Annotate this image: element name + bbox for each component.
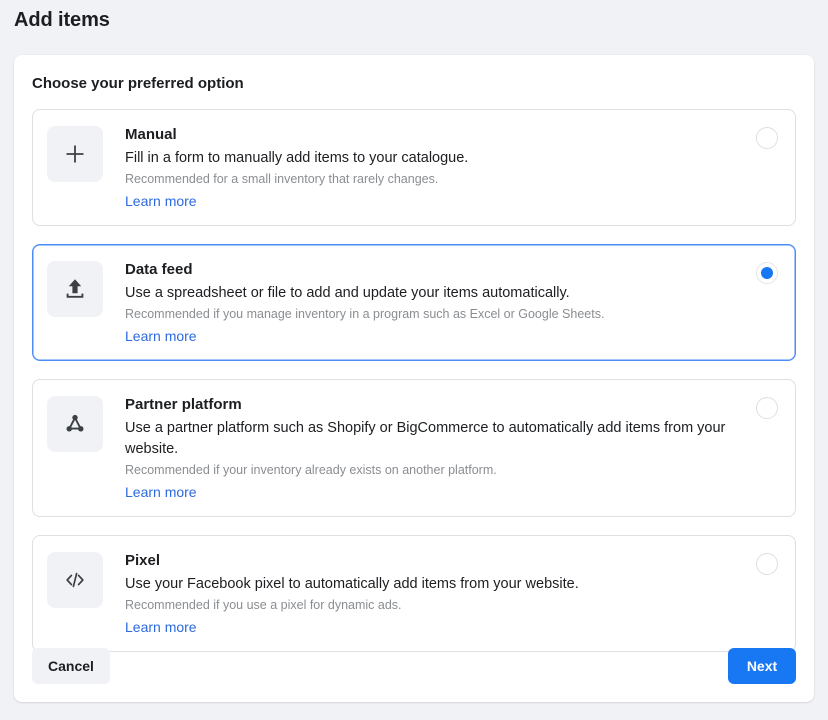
option-body: Pixel Use your Facebook pixel to automat… [103, 550, 779, 637]
panel-heading: Choose your preferred option [32, 75, 244, 92]
option-title: Manual [125, 126, 177, 143]
option-description: Use a partner platform such as Shopify o… [125, 420, 726, 457]
add-items-panel: Choose your preferred option Manual Fill… [14, 55, 814, 702]
option-title: Partner platform [125, 396, 242, 413]
option-note: Recommended if you use a pixel for dynam… [125, 598, 402, 612]
next-button[interactable]: Next [728, 648, 796, 684]
code-icon [47, 552, 103, 608]
option-list: Manual Fill in a form to manually add it… [14, 92, 814, 652]
radio-pixel[interactable] [756, 553, 778, 575]
learn-more-link[interactable]: Learn more [125, 484, 197, 500]
network-nodes-icon [47, 396, 103, 452]
page-title: Add items [14, 9, 110, 31]
option-title: Data feed [125, 261, 193, 278]
option-title: Pixel [125, 552, 161, 569]
radio-partner-platform[interactable] [756, 397, 778, 419]
plus-icon [47, 126, 103, 182]
learn-more-link[interactable]: Learn more [125, 193, 197, 209]
upload-icon [47, 261, 103, 317]
option-card-partner-platform[interactable]: Partner platform Use a partner platform … [32, 379, 796, 517]
radio-manual[interactable] [756, 127, 778, 149]
option-description: Use a spreadsheet or file to add and upd… [125, 285, 570, 301]
option-body: Data feed Use a spreadsheet or file to a… [103, 259, 779, 346]
learn-more-link[interactable]: Learn more [125, 328, 197, 344]
option-body: Partner platform Use a partner platform … [103, 394, 779, 502]
cancel-button[interactable]: Cancel [32, 648, 110, 684]
option-note: Recommended if you manage inventory in a… [125, 307, 605, 321]
option-card-manual[interactable]: Manual Fill in a form to manually add it… [32, 109, 796, 226]
option-description: Fill in a form to manually add items to … [125, 150, 469, 166]
option-note: Recommended if your inventory already ex… [125, 463, 497, 477]
radio-data-feed[interactable] [756, 262, 778, 284]
add-items-page: Add items Choose your preferred option M… [0, 0, 828, 720]
dialog-footer: Cancel Next [14, 630, 814, 702]
option-body: Manual Fill in a form to manually add it… [103, 124, 779, 211]
option-description: Use your Facebook pixel to automatically… [125, 576, 579, 592]
option-card-data-feed[interactable]: Data feed Use a spreadsheet or file to a… [32, 244, 796, 361]
option-note: Recommended for a small inventory that r… [125, 172, 439, 186]
